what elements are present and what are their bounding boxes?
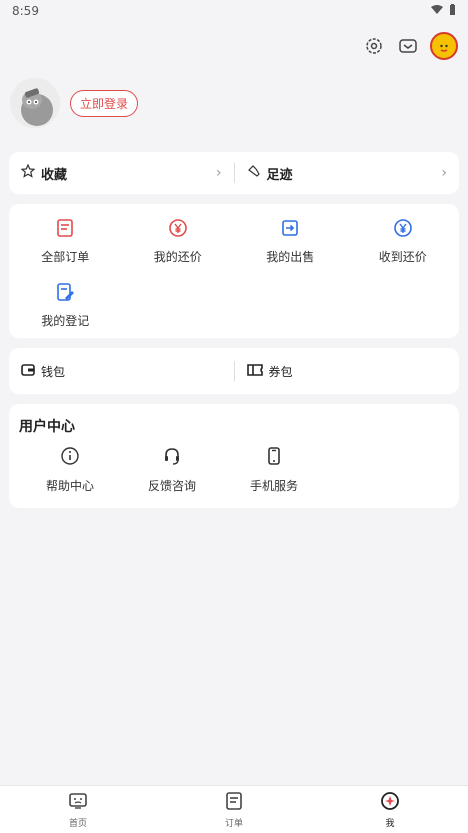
nav-me-label: 我	[385, 818, 395, 829]
login-button[interactable]: 立即登录	[70, 89, 139, 117]
star-icon	[20, 163, 36, 182]
yuan-icon	[391, 216, 415, 240]
favorites-card: 收藏 › 足迹 ›	[9, 152, 459, 194]
orders-icon	[224, 791, 244, 814]
my-register-label: 我的登记	[41, 314, 90, 328]
wallet-label: 钱包	[41, 364, 66, 379]
nav-orders[interactable]: 订单	[194, 791, 274, 829]
bottom-nav: 首页 订单 我	[0, 785, 468, 833]
phone-icon	[264, 446, 284, 469]
sell-icon	[278, 216, 302, 240]
top-actions	[362, 32, 458, 60]
my-bargain-label: 我的还价	[153, 250, 202, 264]
phone-service-label: 手机服务	[249, 479, 298, 493]
wallet-item[interactable]: 钱包	[9, 363, 234, 380]
footprint-label: 足迹	[266, 167, 293, 183]
message-icon[interactable]	[396, 34, 420, 58]
headset-icon	[162, 446, 182, 469]
favorites-label: 收藏	[41, 167, 68, 183]
me-icon	[380, 791, 400, 814]
coupon-icon	[246, 363, 263, 380]
phone-service-item[interactable]: 手机服务	[223, 446, 325, 494]
footprint-icon	[247, 164, 261, 182]
nav-home[interactable]: 首页	[38, 791, 118, 829]
mascot-icon[interactable]	[430, 32, 458, 60]
help-center-label: 帮助中心	[45, 479, 94, 493]
chevron-right-icon: ›	[441, 165, 447, 181]
status-bar: 8:59	[0, 0, 468, 22]
my-sell-item[interactable]: 我的出售	[234, 216, 347, 280]
nav-me[interactable]: 我	[350, 791, 430, 829]
coupon-label: 券包	[268, 364, 293, 379]
wallet-icon	[21, 363, 35, 380]
received-bargain-item[interactable]: 收到还价	[347, 216, 460, 280]
battery-icon	[449, 3, 456, 19]
nav-home-label: 首页	[68, 818, 87, 829]
status-time: 8:59	[12, 4, 39, 18]
wifi-icon	[431, 4, 443, 18]
my-register-item[interactable]: 我的登记	[9, 280, 122, 344]
yuan-icon	[166, 216, 190, 240]
received-bargain-label: 收到还价	[378, 250, 427, 264]
settings-icon[interactable]	[362, 34, 386, 58]
all-orders-item[interactable]: 全部订单	[9, 216, 122, 280]
footprint-item[interactable]: 足迹 ›	[235, 164, 460, 183]
avatar[interactable]	[10, 78, 60, 128]
wallet-card: 钱包 券包	[9, 348, 459, 394]
user-center-title: 用户中心	[19, 419, 75, 435]
all-orders-label: 全部订单	[41, 250, 90, 264]
user-center-card: 用户中心 帮助中心 反馈咨询 手机服务	[9, 404, 459, 508]
orders-card: 全部订单 我的还价 我的出售 收到还价 我的登记	[9, 204, 459, 338]
help-center-item[interactable]: 帮助中心	[19, 446, 121, 494]
feedback-label: 反馈咨询	[147, 479, 196, 493]
favorites-item[interactable]: 收藏 ›	[9, 163, 234, 183]
profile-section: 立即登录	[10, 78, 139, 128]
chevron-right-icon: ›	[215, 165, 222, 181]
nav-orders-label: 订单	[224, 818, 243, 829]
home-icon	[68, 791, 88, 814]
register-icon	[53, 280, 77, 304]
info-icon	[60, 446, 80, 469]
order-list-icon	[53, 216, 77, 240]
coupon-item[interactable]: 券包	[235, 363, 460, 380]
my-bargain-item[interactable]: 我的还价	[122, 216, 235, 280]
my-sell-label: 我的出售	[266, 250, 315, 264]
feedback-item[interactable]: 反馈咨询	[121, 446, 223, 494]
